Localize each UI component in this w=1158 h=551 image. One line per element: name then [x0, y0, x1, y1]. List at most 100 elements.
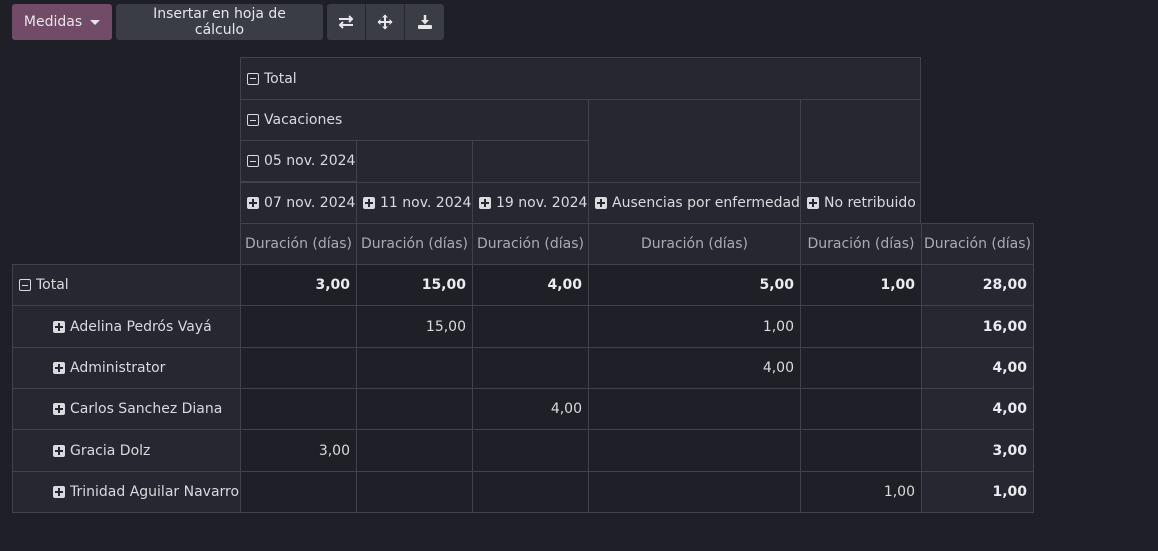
- pivot-toolbar: Medidas Insertar en hoja de cálculo: [12, 4, 444, 40]
- expand-all-icon: [377, 14, 393, 30]
- table-cell[interactable]: [472, 347, 589, 389]
- flip-axis-button[interactable]: [327, 4, 366, 40]
- flip-axis-icon: [338, 15, 354, 29]
- table-cell[interactable]: 4,00: [472, 388, 589, 430]
- table-cell[interactable]: [588, 471, 801, 513]
- expand-icon: [53, 320, 65, 333]
- col-header-sick[interactable]: Ausencias por enfermedad: [588, 182, 801, 224]
- header-spacer: [356, 140, 473, 182]
- table-cell[interactable]: 4,00: [472, 264, 589, 306]
- table-cell[interactable]: 3,00: [240, 429, 357, 472]
- row-header-carlos[interactable]: Carlos Sanchez Diana: [12, 388, 241, 430]
- col-header-vacaciones[interactable]: Vacaciones: [240, 99, 589, 141]
- table-cell[interactable]: [240, 347, 357, 389]
- col-header-label: Vacaciones: [264, 112, 343, 128]
- expand-icon: [53, 403, 65, 415]
- expand-all-button[interactable]: [366, 4, 405, 40]
- table-cell[interactable]: [356, 429, 473, 472]
- table-cell[interactable]: [356, 388, 473, 430]
- pivot-icon-buttons: [327, 4, 444, 40]
- collapse-icon: [247, 155, 259, 167]
- row-header-label: Trinidad Aguilar Navarro: [70, 484, 240, 500]
- expand-icon: [53, 444, 65, 457]
- table-cell[interactable]: [800, 429, 922, 472]
- measures-dropdown-button[interactable]: Medidas: [12, 4, 112, 40]
- table-cell[interactable]: 15,00: [356, 264, 473, 306]
- col-header-label: Total: [264, 70, 297, 87]
- col-header-date-group[interactable]: 05 nov. 2024: [240, 140, 357, 182]
- measure-header[interactable]: Duración (días): [921, 223, 1034, 265]
- expand-icon: [363, 197, 375, 209]
- col-header-label: 11 nov. 2024: [380, 195, 472, 211]
- table-cell[interactable]: [588, 388, 801, 430]
- expand-icon: [53, 362, 65, 374]
- col-header-label: 05 nov. 2024: [264, 153, 356, 169]
- table-cell[interactable]: 3,00: [240, 264, 357, 306]
- measure-header[interactable]: Duración (días): [472, 223, 589, 265]
- row-header-label: Administrator: [70, 360, 166, 376]
- collapse-icon: [19, 279, 31, 291]
- collapse-icon: [247, 114, 259, 126]
- table-cell[interactable]: [240, 471, 357, 513]
- col-header-total[interactable]: Total: [240, 57, 921, 100]
- row-header-label: Carlos Sanchez Diana: [70, 401, 223, 417]
- col-header-label: Ausencias por enfermedad: [612, 195, 800, 211]
- col-header-label: 07 nov. 2024: [264, 195, 356, 211]
- row-header-adelina[interactable]: Adelina Pedrós Vayá: [12, 305, 241, 348]
- table-cell[interactable]: [356, 347, 473, 389]
- row-total-cell[interactable]: 1,00: [921, 471, 1034, 513]
- col-header-d1[interactable]: 07 nov. 2024: [240, 182, 357, 224]
- table-cell[interactable]: 5,00: [588, 264, 801, 306]
- measure-header[interactable]: Duración (días): [240, 223, 357, 265]
- col-header-d3[interactable]: 19 nov. 2024: [472, 182, 589, 224]
- row-header-gracia[interactable]: Gracia Dolz: [12, 429, 241, 472]
- measure-header[interactable]: Duración (días): [356, 223, 473, 265]
- table-cell[interactable]: 1,00: [588, 305, 801, 348]
- download-xlsx-button[interactable]: [405, 4, 444, 40]
- table-cell[interactable]: [800, 347, 922, 389]
- measures-label: Medidas: [23, 14, 83, 30]
- table-cell[interactable]: [240, 388, 357, 430]
- col-header-label: 19 nov. 2024: [496, 195, 588, 211]
- expand-icon: [807, 197, 819, 209]
- table-cell[interactable]: [588, 429, 801, 472]
- table-cell[interactable]: [240, 305, 357, 348]
- insert-in-spreadsheet-button[interactable]: Insertar en hoja de cálculo: [116, 4, 323, 40]
- row-header-label: Total: [36, 277, 69, 293]
- table-cell[interactable]: [472, 471, 589, 513]
- col-header-d2[interactable]: 11 nov. 2024: [356, 182, 473, 224]
- table-cell[interactable]: [356, 471, 473, 513]
- expand-icon: [53, 486, 65, 498]
- expand-icon: [247, 197, 259, 209]
- row-total-cell[interactable]: 16,00: [921, 305, 1034, 348]
- row-total-cell[interactable]: 28,00: [921, 264, 1034, 306]
- col-header-label: No retribuido: [824, 195, 916, 211]
- caret-down-icon: [90, 19, 101, 25]
- collapse-icon: [247, 72, 259, 85]
- expand-icon: [595, 197, 607, 209]
- row-header-label: Gracia Dolz: [70, 442, 151, 459]
- row-header-total[interactable]: Total: [12, 264, 241, 306]
- table-cell[interactable]: [800, 305, 922, 348]
- col-header-unpaid[interactable]: No retribuido: [800, 182, 921, 224]
- header-spacer: [800, 99, 921, 183]
- measure-header[interactable]: Duración (días): [588, 223, 801, 265]
- row-total-cell[interactable]: 4,00: [921, 347, 1034, 389]
- header-spacer: [588, 99, 801, 183]
- expand-icon: [479, 197, 491, 209]
- table-cell[interactable]: 1,00: [800, 471, 922, 513]
- row-total-cell[interactable]: 3,00: [921, 429, 1034, 472]
- header-spacer: [472, 140, 589, 182]
- table-cell[interactable]: [472, 305, 589, 348]
- row-header-trinidad[interactable]: Trinidad Aguilar Navarro: [12, 471, 241, 513]
- table-cell[interactable]: 1,00: [800, 264, 922, 306]
- table-cell[interactable]: 15,00: [356, 305, 473, 348]
- row-header-administrator[interactable]: Administrator: [12, 347, 241, 389]
- measure-header[interactable]: Duración (días): [800, 223, 922, 265]
- table-cell[interactable]: [800, 388, 922, 430]
- row-header-label: Adelina Pedrós Vayá: [70, 318, 212, 335]
- table-cell[interactable]: [472, 429, 589, 472]
- row-total-cell[interactable]: 4,00: [921, 388, 1034, 430]
- table-cell[interactable]: 4,00: [588, 347, 801, 389]
- download-icon: [417, 15, 432, 29]
